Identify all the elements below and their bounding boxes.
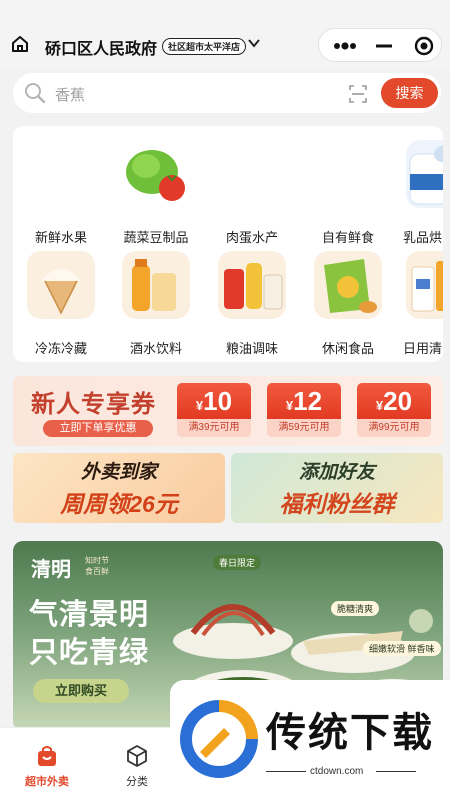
meat-eggs-seafood-icon: [218, 140, 286, 208]
more-icon[interactable]: [332, 37, 358, 55]
minimize-icon[interactable]: [375, 37, 393, 55]
store-badge[interactable]: 社区超市太平洋店: [162, 38, 247, 55]
coupon-amount: 12: [293, 386, 323, 416]
header: 硚口区人民政府 社区超市太平洋店: [0, 0, 450, 68]
category-label: 肉蛋水产: [225, 230, 278, 245]
tag-crisp: 脆糖清爽: [331, 601, 380, 616]
category-item[interactable]: 自有鲜食: [305, 140, 395, 245]
coupon-card[interactable]: ¥10 满39元可用: [177, 383, 251, 439]
coupon-amount: 10: [203, 386, 233, 416]
watermark-url: ctdown.com: [310, 766, 364, 777]
close-target-icon[interactable]: [414, 36, 434, 56]
watermark: 传统下载 ctdown.com: [170, 680, 450, 800]
category-item[interactable]: 酒水饮料: [113, 251, 203, 356]
category-item[interactable]: 蔬菜豆制品: [113, 140, 203, 245]
search-bar[interactable]: 香蕉 搜索: [13, 73, 441, 113]
delivery-promo-banner[interactable]: 外卖到家 周周领26元: [13, 453, 225, 523]
scan-icon[interactable]: [348, 84, 368, 104]
category-item[interactable]: 粮油调味: [209, 251, 299, 356]
watermark-divider: [376, 771, 416, 772]
daily-cleaning-icon: [406, 251, 443, 319]
promo-line1: 添加好友: [298, 462, 375, 483]
drinks-icon: [122, 251, 190, 319]
tab-label: 超市外卖: [25, 776, 69, 788]
vegetables-icon: [122, 140, 190, 208]
banner-brand-sub: 知时节 食百鲜: [85, 555, 109, 577]
mini-program-capsule: [318, 28, 442, 62]
category-item[interactable]: 休闲食品: [305, 251, 395, 356]
tab-supermarket[interactable]: 超市外卖: [12, 744, 82, 789]
coupon-card[interactable]: ¥12 满59元可用: [267, 383, 341, 439]
banner-headline1: 气清景明: [29, 599, 150, 631]
watermark-text: 传统下载: [266, 711, 434, 755]
tab-label: 分类: [126, 776, 148, 788]
category-item[interactable]: 肉蛋水产: [209, 140, 299, 245]
coupon-card[interactable]: ¥20 满99元可用: [357, 383, 431, 439]
coupon-condition: 满39元可用: [177, 419, 251, 437]
category-item[interactable]: 冷冻冷藏: [18, 251, 108, 356]
fan-group-promo-banner[interactable]: 添加好友 福利粉丝群: [231, 453, 443, 523]
category-label: 冷冻冷藏: [34, 341, 87, 356]
search-input[interactable]: 香蕉: [55, 84, 85, 105]
category-label: 粮油调味: [225, 341, 278, 356]
category-label: 乳品烘: [403, 230, 443, 245]
location-label[interactable]: 硚口区人民政府: [45, 35, 157, 59]
coupon-condition: 满59元可用: [267, 419, 341, 437]
new-user-coupon-bar[interactable]: 新人专享券 立即下单享优惠 ¥10 满39元可用 ¥12 满59元可用 ¥20 …: [13, 376, 443, 446]
category-item[interactable]: 乳品烘: [397, 140, 443, 245]
tab-category[interactable]: 分类: [102, 744, 172, 789]
own-fresh-food-icon: [314, 140, 382, 208]
category-label: 休闲食品: [321, 341, 374, 356]
category-label: 酒水饮料: [129, 341, 182, 356]
search-button[interactable]: 搜索: [381, 78, 438, 108]
category-label: 日用清: [403, 341, 443, 356]
banner-headline2: 只吃青绿: [29, 637, 150, 669]
category-item[interactable]: 日用清: [397, 251, 443, 356]
banner-brand: 清明: [31, 557, 71, 581]
shopping-bag-icon: [38, 746, 56, 766]
category-label: 自有鲜食: [321, 230, 374, 245]
home-icon[interactable]: [10, 34, 30, 54]
coupon-amount: 20: [383, 386, 413, 416]
category-label: 蔬菜豆制品: [123, 230, 189, 245]
frozen-icon: [27, 251, 95, 319]
promo-line2: 周周领26元: [60, 491, 178, 517]
fresh-fruit-icon: [27, 140, 95, 208]
watermark-logo: [180, 700, 258, 778]
chevron-down-icon[interactable]: [247, 37, 261, 49]
category-panel: 新鲜水果 蔬菜豆制品 肉蛋水产 自有鲜食 乳品烘 冷冻冷藏 酒水饮料 粮油调味 …: [13, 126, 443, 362]
category-label: 新鲜水果: [34, 230, 87, 245]
promo-line2: 福利粉丝群: [279, 491, 395, 517]
search-icon: [25, 83, 46, 104]
banner-brand-sub1: 知时节: [85, 556, 109, 565]
grain-oil-icon: [218, 251, 286, 319]
tag-spring-limited: 春日限定: [213, 555, 262, 570]
cube-icon: [127, 745, 147, 767]
coupon-title: 新人专享券: [31, 391, 156, 418]
category-item[interactable]: 新鲜水果: [18, 140, 108, 245]
tag-smooth: 细嫩软滑 鲜香味: [363, 641, 441, 656]
snacks-icon: [314, 251, 382, 319]
promo-line1: 外卖到家: [80, 462, 157, 483]
coupon-condition: 满99元可用: [357, 419, 431, 437]
coupon-subtitle-button[interactable]: 立即下单享优惠: [43, 420, 153, 437]
buy-now-button[interactable]: 立即购买: [33, 679, 129, 703]
banner-brand-sub2: 食百鲜: [85, 567, 109, 576]
watermark-divider: [266, 771, 306, 772]
dairy-bakery-icon: [406, 140, 443, 208]
